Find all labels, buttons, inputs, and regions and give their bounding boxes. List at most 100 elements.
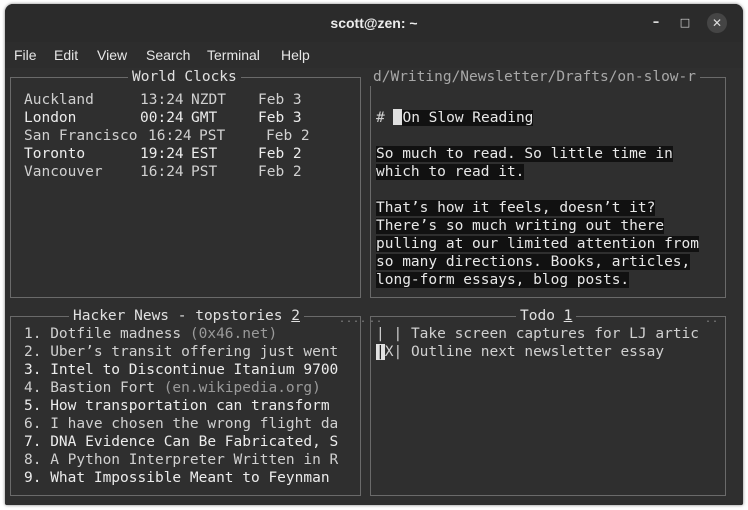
hacker-news-pane: Hacker News - topstories 2 .... 1. Dotfi… — [10, 307, 366, 496]
clock-time: 19:24 — [140, 146, 184, 162]
window-title: scott@zen: ~ — [330, 15, 418, 31]
clock-date: Feb 2 — [258, 146, 302, 162]
menu-file[interactable]: File — [14, 47, 37, 63]
story-title[interactable]: Intel to Discontinue Itanium 9700 — [50, 362, 338, 378]
list-item[interactable]: 9. What Impossible Meant to Feynman — [24, 469, 330, 487]
clock-city: London — [24, 110, 77, 126]
item-number: 1. — [24, 326, 42, 342]
clock-row: London 00:24 GMT Feb 3 — [24, 109, 302, 127]
clock-row: San Francisco 16:24 PST Feb 2 — [24, 127, 310, 145]
world-clocks-pane: World Clocks Auckland 13:24 NZDT Feb 3 Lond… — [10, 68, 361, 298]
clock-tz: PST — [199, 128, 226, 144]
list-item[interactable]: 1. Dotfile madness (0x46.net) — [24, 325, 277, 343]
editor-heading: On Slow Reading — [402, 110, 534, 126]
list-item[interactable]: 7. DNA Evidence Can Be Fabricated, S — [24, 433, 338, 451]
story-title[interactable]: What Impossible Meant to Feynman — [50, 470, 329, 486]
list-item[interactable]: 5. How transportation can transform — [24, 397, 330, 415]
editor-line: There’s so much writing out there — [376, 217, 665, 235]
checkbox-left-cursor: | — [376, 344, 385, 360]
menu-search[interactable]: Search — [146, 47, 190, 63]
terminal-area[interactable]: World Clocks Auckland 13:24 NZDT Feb 3 Lond… — [5, 68, 743, 505]
clock-row: Auckland 13:24 NZDT Feb 3 — [24, 91, 302, 109]
todo-count: 1 — [563, 308, 573, 324]
list-item[interactable]: 2. Uber’s transit offering just went — [24, 343, 338, 361]
editor-heading-line: # On Slow Reading — [376, 109, 534, 127]
hacker-news-count: 2 — [291, 308, 300, 324]
minimize-icon[interactable]: – — [647, 14, 665, 32]
menu-bar: File Edit View Search Terminal Help — [5, 42, 743, 68]
editor-file-path: d/Writing/Newsletter/Drafts/on-slow-r — [369, 68, 701, 86]
terminal-window: scott@zen: ~ – □ ✕ File Edit View Search… — [5, 4, 743, 505]
editor-line: That’s how it feels, doesn’t it? — [376, 199, 656, 217]
story-title[interactable]: I have chosen the wrong flight da — [50, 416, 338, 432]
item-number: 3. — [24, 362, 42, 378]
editor-line: so many directions. Books, articles, — [376, 253, 691, 271]
checkbox-left: | — [376, 326, 385, 342]
pane-scroll-indicator: .. — [705, 314, 720, 325]
todo-pane[interactable]: .. Todo 1 .. | | Take screen captures fo… — [369, 307, 726, 496]
todo-text[interactable]: Outline next newsletter essay — [411, 344, 664, 360]
clock-row: Vancouver 16:24 PST Feb 2 — [24, 163, 302, 181]
clock-row: Toronto 19:24 EST Feb 2 — [24, 145, 302, 163]
clock-date: Feb 2 — [266, 128, 310, 144]
clock-city: Auckland — [24, 92, 94, 108]
editor-line: which to read it. — [376, 163, 525, 181]
close-icon[interactable]: ✕ — [707, 13, 727, 33]
editor-text: There’s so much writing out there — [376, 218, 665, 234]
item-number: 8. — [24, 452, 42, 468]
item-number: 7. — [24, 434, 42, 450]
editor-line: So much to read. So little time in — [376, 145, 673, 163]
story-title[interactable]: Dotfile madness — [50, 326, 181, 342]
clock-city: San Francisco — [24, 128, 138, 144]
item-number: 4. — [24, 380, 42, 396]
clock-time: 16:24 — [148, 128, 192, 144]
list-item[interactable]: 4. Bastion Fort (en.wikipedia.org) — [24, 379, 321, 397]
hacker-news-title: Hacker News - topstories 2 — [69, 307, 304, 325]
clock-city: Toronto — [24, 146, 86, 162]
maximize-icon[interactable]: □ — [676, 14, 694, 32]
story-title[interactable]: Bastion Fort — [50, 380, 155, 396]
pane-scroll-indicator: .. — [369, 314, 384, 325]
heading-marker: # — [376, 110, 385, 126]
editor-line: pulling at our limited attention from — [376, 235, 700, 253]
title-bar[interactable]: scott@zen: ~ – □ ✕ — [5, 4, 743, 42]
todo-title-text: Todo — [520, 308, 555, 324]
todo-item[interactable]: | | Take screen captures for LJ artic — [376, 325, 699, 343]
clock-tz: NZDT — [191, 92, 226, 108]
editor-pane[interactable]: d/Writing/Newsletter/Drafts/on-slow-r # … — [369, 68, 726, 298]
item-number: 5. — [24, 398, 42, 414]
menu-terminal[interactable]: Terminal — [207, 47, 260, 63]
list-item[interactable]: 8. A Python Interpreter Written in R — [24, 451, 338, 469]
clock-date: Feb 3 — [258, 110, 302, 126]
todo-text[interactable]: Take screen captures for LJ artic — [411, 326, 699, 342]
todo-title: Todo 1 — [516, 307, 577, 325]
editor-text: So much to read. So little time in — [376, 146, 673, 162]
clock-time: 16:24 — [140, 164, 184, 180]
list-item[interactable]: 3. Intel to Discontinue Itanium 9700 — [24, 361, 338, 379]
story-title[interactable]: Uber’s transit offering just went — [50, 344, 338, 360]
todo-item[interactable]: |X| Outline next newsletter essay — [376, 343, 664, 361]
clock-tz: GMT — [191, 110, 218, 126]
item-number: 2. — [24, 344, 42, 360]
checkbox-right: | — [393, 326, 403, 342]
story-title[interactable]: How transportation can transform — [50, 398, 329, 414]
clock-time: 13:24 — [140, 92, 184, 108]
clock-city: Vancouver — [24, 164, 103, 180]
story-title[interactable]: DNA Evidence Can Be Fabricated, S — [50, 434, 338, 450]
story-domain: (en.wikipedia.org) — [163, 380, 321, 396]
story-title[interactable]: A Python Interpreter Written in R — [50, 452, 338, 468]
story-domain: (0x46.net) — [189, 326, 278, 342]
clock-tz: EST — [191, 146, 218, 162]
item-number: 9. — [24, 470, 42, 486]
list-item[interactable]: 6. I have chosen the wrong flight da — [24, 415, 338, 433]
clock-date: Feb 2 — [258, 164, 302, 180]
menu-help[interactable]: Help — [281, 47, 310, 63]
menu-view[interactable]: View — [97, 47, 127, 63]
item-number: 6. — [24, 416, 42, 432]
editor-text: so many directions. Books, articles, — [376, 254, 691, 270]
editor-text: pulling at our limited attention from — [376, 236, 700, 252]
menu-edit[interactable]: Edit — [54, 47, 78, 63]
checkbox-right: | — [393, 344, 403, 360]
editor-text: which to read it. — [376, 164, 525, 180]
world-clocks-title: World Clocks — [128, 68, 241, 86]
